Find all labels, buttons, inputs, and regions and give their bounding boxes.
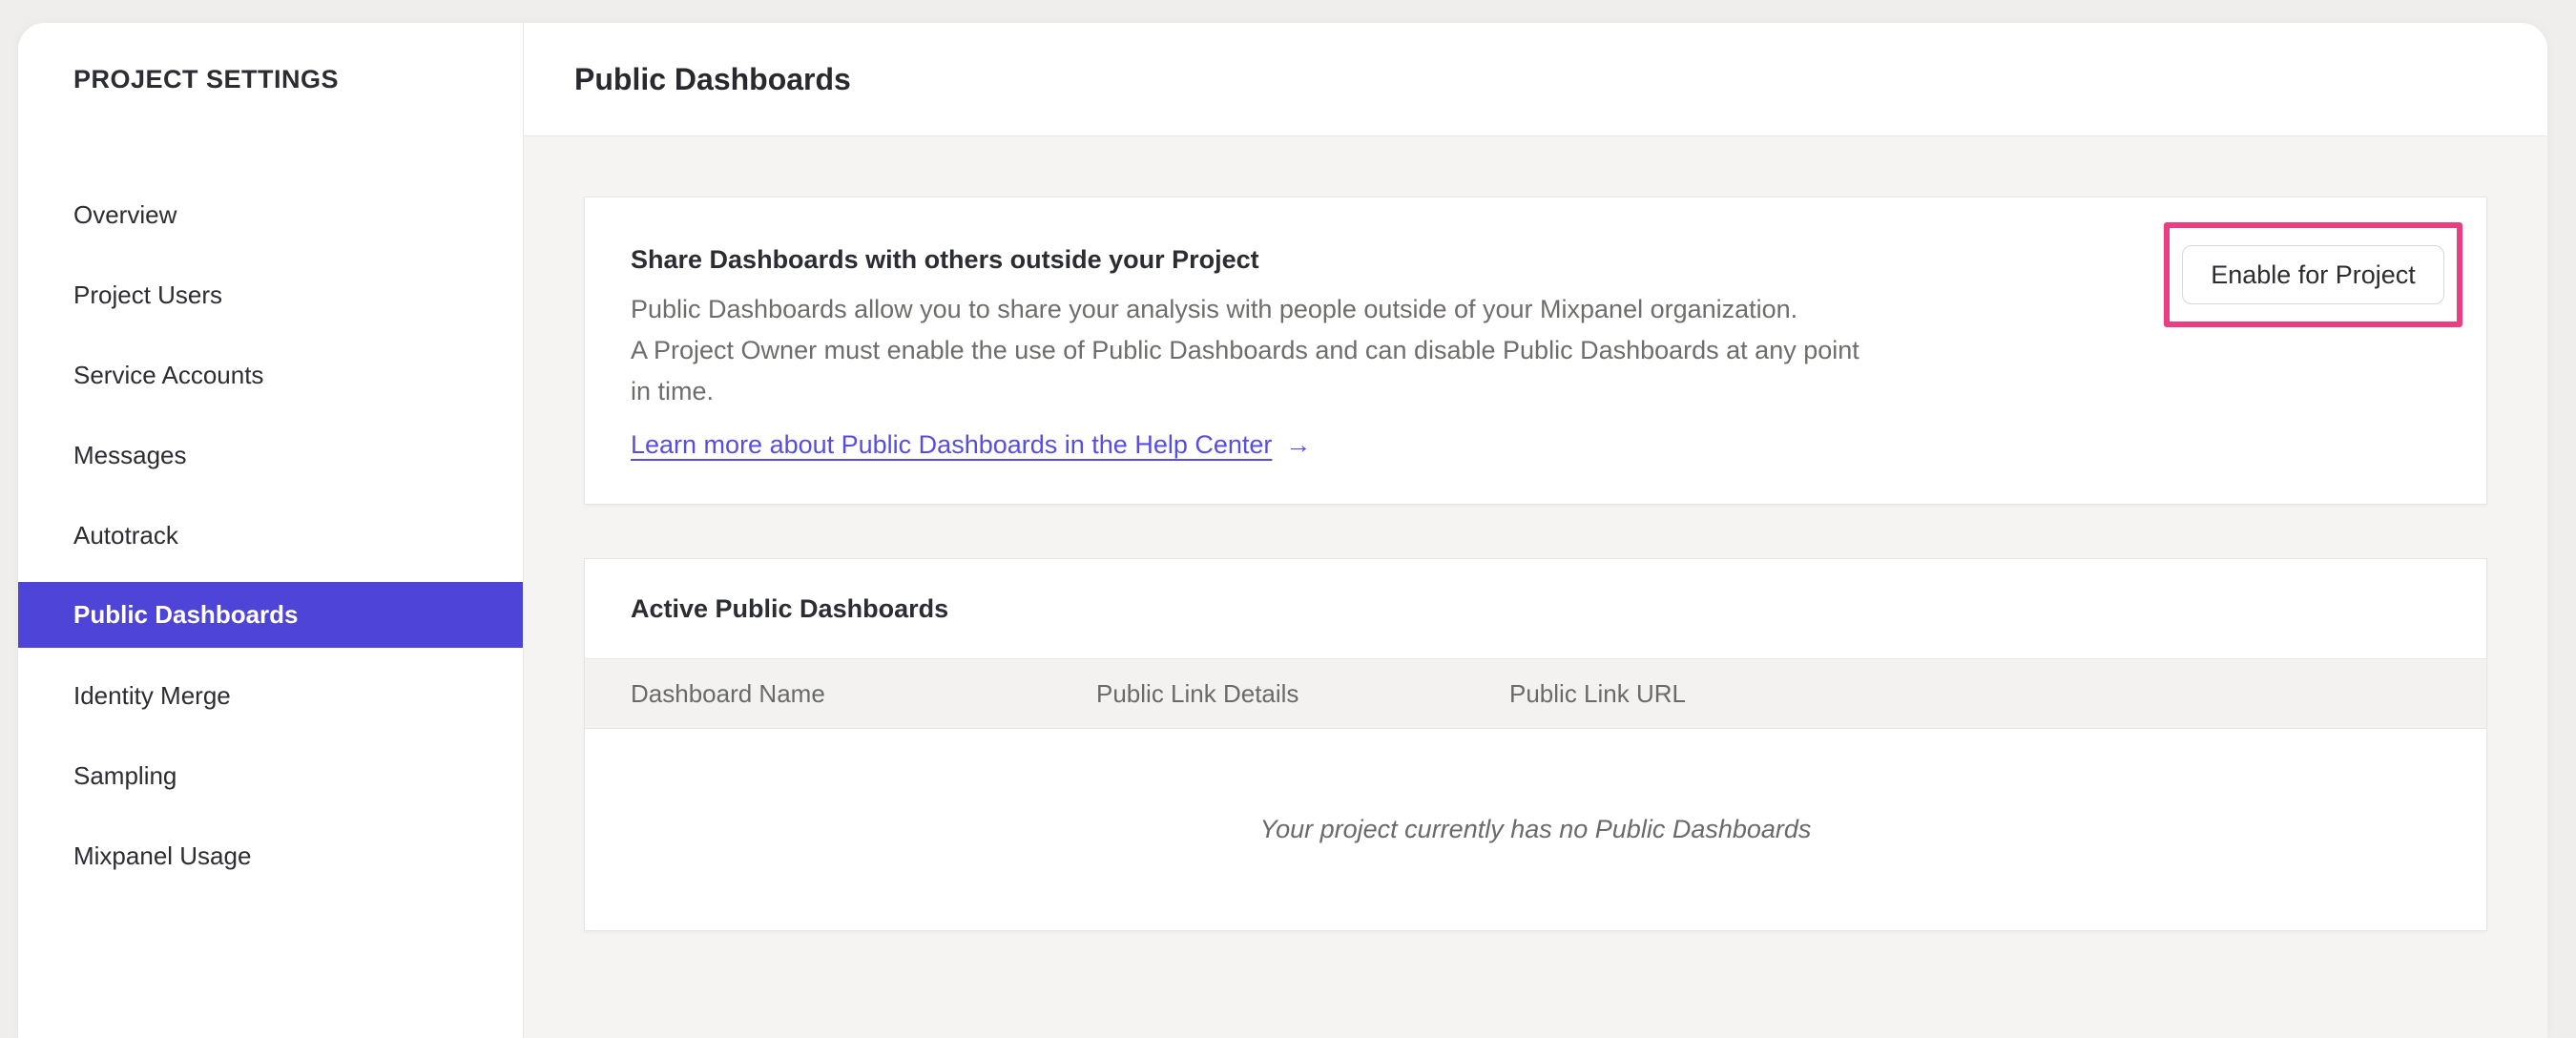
sidebar-item-mixpanel-usage[interactable]: Mixpanel Usage (18, 816, 523, 896)
arrow-right-icon: → (1285, 430, 1312, 459)
sidebar-item-label: Sampling (73, 760, 177, 790)
active-card-header: Active Public Dashboards (585, 559, 2486, 658)
sidebar-item-service-accounts[interactable]: Service Accounts (18, 335, 523, 415)
column-header-dashboard-name: Dashboard Name (631, 678, 825, 708)
sidebar-item-overview[interactable]: Overview (18, 175, 523, 255)
sidebar-item-label: Overview (73, 199, 177, 229)
active-dashboards-card: Active Public Dashboards Dashboard Name P… (584, 558, 2487, 931)
sidebar-item-identity-merge[interactable]: Identity Merge (18, 655, 523, 736)
share-card-description: Public Dashboards allow you to share you… (631, 289, 1859, 412)
sidebar-item-project-users[interactable]: Project Users (18, 255, 523, 335)
highlight-box: Enable for Project (2164, 222, 2462, 327)
settings-panel: PROJECT SETTINGS Overview Project Users Se… (18, 23, 2547, 1038)
column-header-public-link-url: Public Link URL (1509, 678, 1686, 708)
empty-state-message: Your project currently has no Public Das… (1259, 815, 1812, 843)
page-header: Public Dashboards (524, 23, 2547, 136)
sidebar-nav: Overview Project Users Service Accounts Mes… (18, 175, 523, 896)
enable-for-project-button[interactable]: Enable for Project (2182, 245, 2444, 304)
sidebar-item-label: Messages (73, 440, 187, 469)
sidebar-item-label: Identity Merge (73, 680, 231, 710)
sidebar-item-label: Service Accounts (73, 360, 264, 389)
sidebar-item-label: Mixpanel Usage (73, 841, 252, 870)
share-card-description-line: Public Dashboards allow you to share you… (631, 295, 1798, 323)
sidebar-item-sampling[interactable]: Sampling (18, 736, 523, 816)
share-card-description-line: in time. (631, 377, 715, 405)
screen: PROJECT SETTINGS Overview Project Users Se… (0, 0, 2576, 1038)
share-dashboards-card: Share Dashboards with others outside you… (584, 197, 2487, 505)
share-card-description-line: A Project Owner must enable the use of P… (631, 336, 1859, 364)
dashboards-table-header: Dashboard Name Public Link Details Public … (585, 658, 2486, 729)
sidebar-item-label: Public Dashboards (73, 600, 299, 629)
content-area: Share Dashboards with others outside you… (524, 136, 2547, 1038)
page-title: Public Dashboards (574, 61, 851, 96)
sidebar-title: PROJECT SETTINGS (73, 65, 340, 93)
sidebar-item-public-dashboards[interactable]: Public Dashboards (18, 582, 523, 648)
help-link-row: Learn more about Public Dashboards in th… (631, 425, 1311, 466)
active-card-heading: Active Public Dashboards (631, 593, 949, 623)
sidebar: PROJECT SETTINGS Overview Project Users Se… (18, 23, 524, 1038)
column-header-public-link-details: Public Link Details (1096, 678, 1299, 708)
dashboards-table-body: Your project currently has no Public Das… (585, 729, 2486, 930)
help-center-link[interactable]: Learn more about Public Dashboards in th… (631, 425, 1272, 466)
sidebar-item-label: Autotrack (73, 520, 178, 550)
share-card-heading: Share Dashboards with others outside you… (631, 245, 1259, 274)
sidebar-item-autotrack[interactable]: Autotrack (18, 495, 523, 575)
sidebar-item-label: Project Users (73, 280, 223, 309)
sidebar-item-messages[interactable]: Messages (18, 415, 523, 495)
